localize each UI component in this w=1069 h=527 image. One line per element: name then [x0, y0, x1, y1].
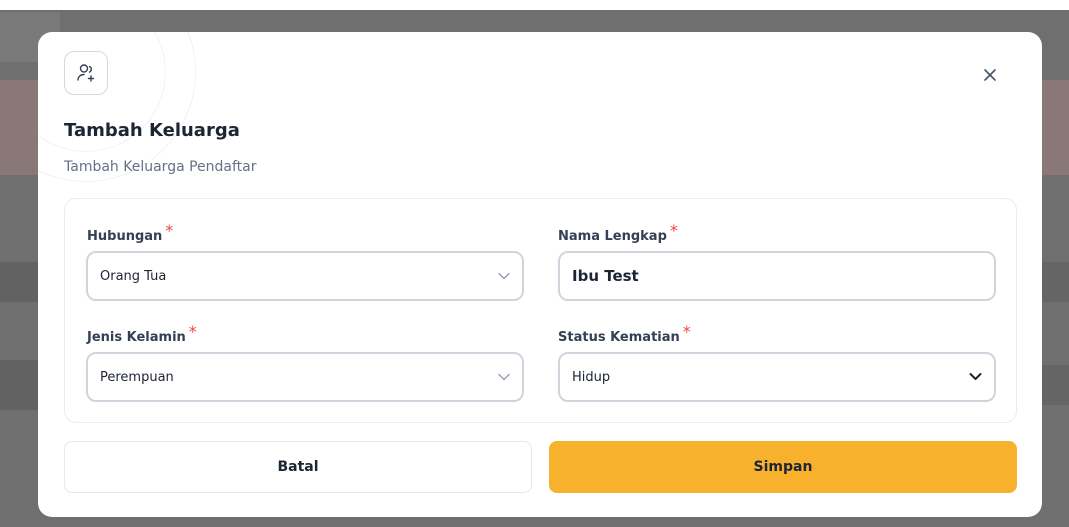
jenis-kelamin-value: Perempuan	[100, 369, 174, 385]
user-add-icon	[64, 51, 108, 95]
close-button[interactable]	[978, 63, 1002, 87]
required-mark: *	[682, 322, 691, 341]
status-kematian-label-text: Status Kematian	[558, 330, 680, 345]
background-element	[0, 262, 38, 302]
modal-subtitle: Tambah Keluarga Pendaftar	[64, 159, 257, 175]
hubungan-label: Hubungan *	[87, 221, 173, 244]
hubungan-select[interactable]: Orang Tua	[86, 251, 524, 301]
cancel-button[interactable]: Batal	[64, 441, 532, 493]
background-element	[0, 360, 38, 410]
chevron-down-icon	[498, 373, 510, 381]
nama-lengkap-label-text: Nama Lengkap	[558, 229, 667, 244]
jenis-kelamin-select[interactable]: Perempuan	[86, 352, 524, 402]
background-header	[0, 0, 1069, 10]
modal-title: Tambah Keluarga	[64, 120, 240, 141]
required-mark: *	[165, 221, 174, 240]
status-kematian-label: Status Kematian *	[558, 322, 691, 345]
status-kematian-value: Hidup	[572, 369, 611, 385]
required-mark: *	[669, 221, 678, 240]
add-family-modal: Tambah Keluarga Tambah Keluarga Pendafta…	[38, 32, 1042, 517]
jenis-kelamin-label: Jenis Kelamin *	[87, 322, 197, 345]
jenis-kelamin-label-text: Jenis Kelamin	[87, 330, 186, 345]
close-icon	[984, 69, 996, 81]
nama-lengkap-label: Nama Lengkap *	[558, 221, 678, 244]
required-mark: *	[188, 322, 197, 341]
hubungan-label-text: Hubungan	[87, 229, 163, 244]
chevron-down-icon	[498, 272, 510, 280]
nama-lengkap-value: Ibu Test	[572, 267, 639, 285]
chevron-down-icon	[969, 373, 982, 380]
background-element	[1041, 262, 1069, 302]
nama-lengkap-input[interactable]: Ibu Test	[558, 251, 996, 301]
hubungan-value: Orang Tua	[100, 268, 167, 284]
save-button[interactable]: Simpan	[549, 441, 1017, 493]
family-form: Hubungan * Orang Tua Nama Lengkap * Ibu Te…	[64, 198, 1017, 423]
background-element	[1041, 365, 1069, 405]
status-kematian-select[interactable]: Hidup	[558, 352, 996, 402]
